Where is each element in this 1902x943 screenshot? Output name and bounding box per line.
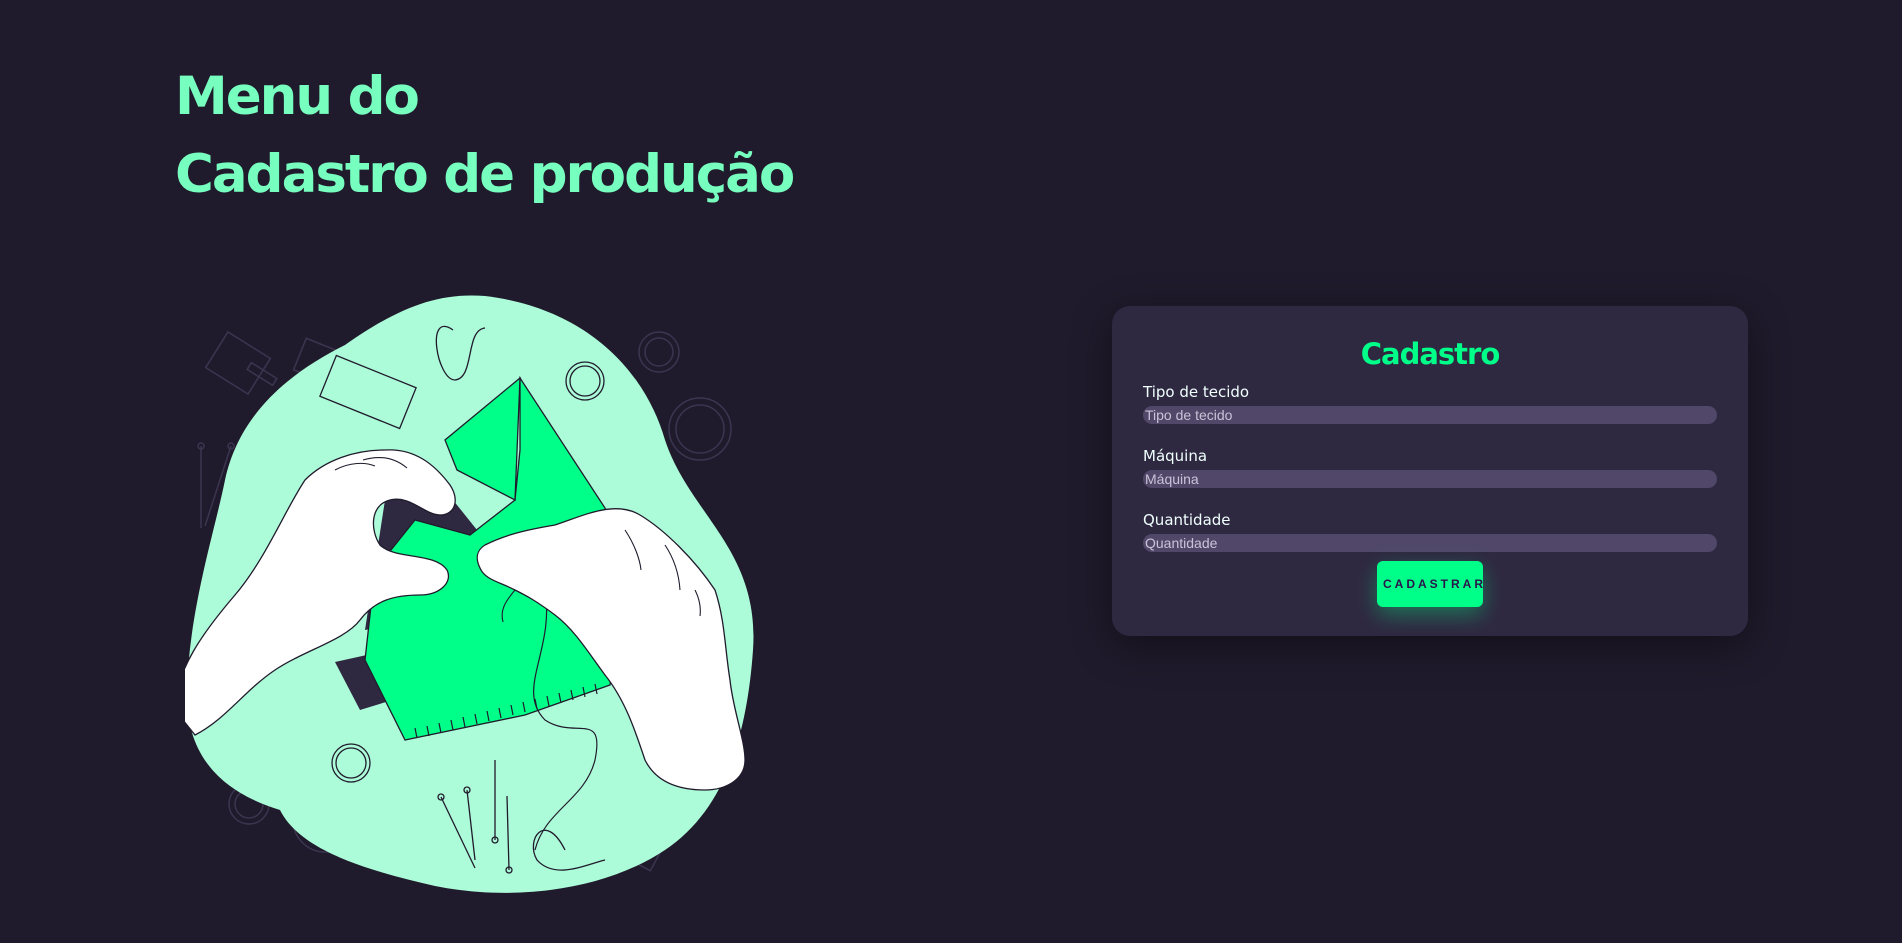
quantity-input[interactable] — [1143, 534, 1717, 552]
field-fabric-type: Tipo de tecido — [1143, 382, 1717, 424]
field-quantity: Quantidade — [1143, 510, 1717, 552]
register-card: Cadastro Tipo de tecido Máquina Quantida… — [1112, 306, 1748, 636]
fabric-type-input[interactable] — [1143, 406, 1717, 424]
machine-input[interactable] — [1143, 470, 1717, 488]
page-heading: Menu do Cadastro de produção — [175, 58, 795, 214]
field-machine: Máquina — [1143, 446, 1717, 488]
heading-line-1: Menu do — [175, 66, 420, 127]
heading-line-2: Cadastro de produção — [175, 144, 795, 205]
quantity-label: Quantidade — [1143, 511, 1231, 529]
register-button[interactable]: CADASTRAR — [1377, 561, 1483, 607]
page: Menu do Cadastro de produção Cadastro Ti… — [0, 0, 1902, 943]
machine-label: Máquina — [1143, 447, 1208, 465]
sewing-hands-illustration — [185, 295, 754, 893]
submit-wrap: CADASTRAR — [1143, 561, 1717, 607]
fabric-type-label: Tipo de tecido — [1143, 383, 1250, 401]
thimble-icon — [204, 330, 278, 396]
card-title: Cadastro — [1360, 337, 1501, 371]
